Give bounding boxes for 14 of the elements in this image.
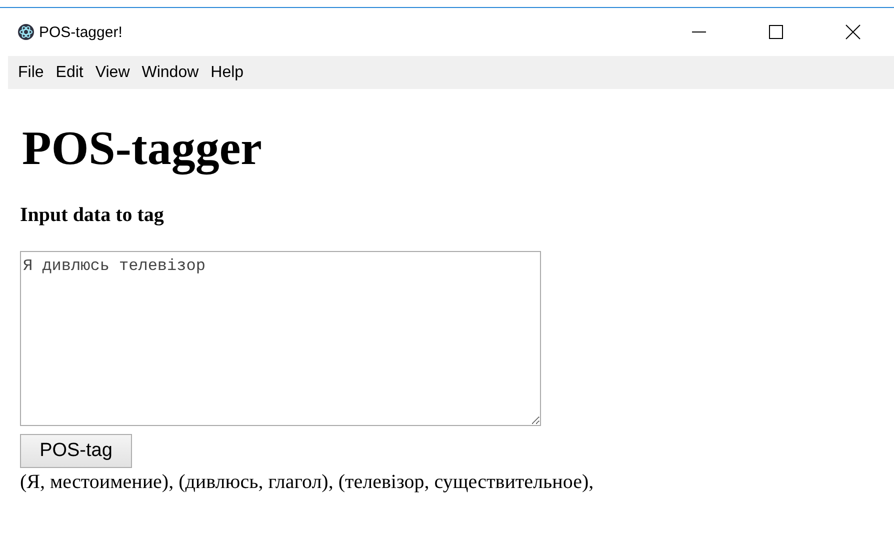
menu-item[interactable]: View bbox=[89, 64, 136, 82]
maximize-icon[interactable] bbox=[768, 24, 784, 40]
page-heading: POS-tagger bbox=[22, 121, 263, 177]
close-icon[interactable] bbox=[845, 24, 861, 40]
menu-item[interactable]: Edit bbox=[50, 64, 90, 82]
menu-item[interactable]: Window bbox=[136, 64, 205, 82]
text-input-area[interactable]: Я дивлюсь телевізор bbox=[20, 251, 541, 426]
menu-item[interactable]: Help bbox=[204, 64, 250, 82]
pos-tag-button[interactable]: POS-tag bbox=[20, 434, 132, 468]
input-label: Input data to tag bbox=[20, 203, 165, 227]
menu-item[interactable]: File bbox=[12, 64, 50, 82]
window-title: POS-tagger! bbox=[39, 24, 124, 40]
result-text: (Я, местоимение), (дивлюсь, глагол), (телевізор, существительное), bbox=[20, 470, 595, 494]
app-logo-icon bbox=[18, 24, 34, 40]
